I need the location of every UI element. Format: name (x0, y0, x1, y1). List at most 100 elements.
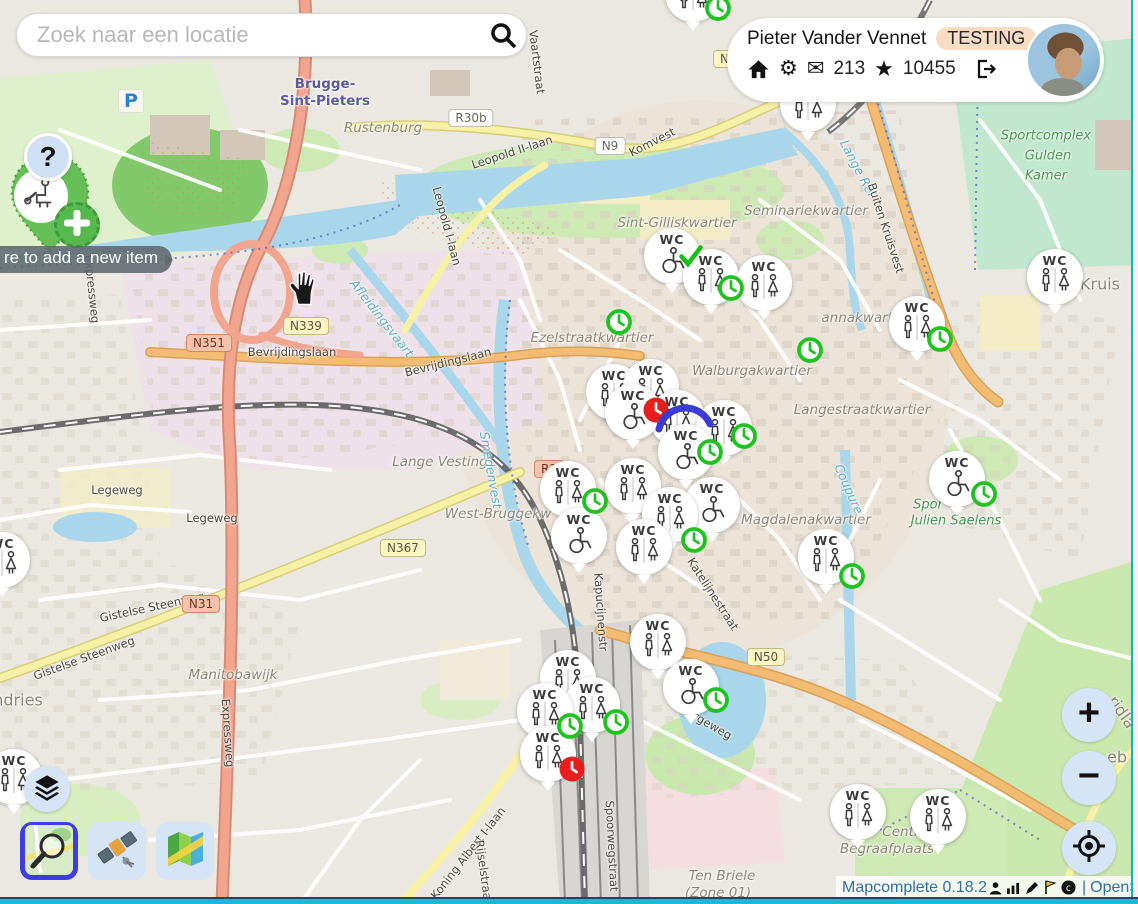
attribution-bar: Mapcomplete 0.18.2 c | OpenStreetMap (836, 876, 1138, 899)
wc-label: WC (1043, 254, 1068, 268)
man-woman-icon (747, 274, 781, 304)
man-woman-icon (627, 538, 661, 568)
svg-text:c: c (1066, 883, 1071, 894)
map-marker-wc-mf[interactable]: WC (798, 529, 854, 585)
background-satellite-button[interactable] (88, 822, 146, 880)
right-accent-bar (1131, 0, 1138, 897)
wheelchair-icon (564, 527, 594, 559)
wheelchair-icon (942, 470, 972, 502)
add-item-plus-button[interactable] (54, 202, 100, 248)
wc-label: WC (700, 482, 725, 496)
map-marker-wc-mf[interactable]: WC (889, 296, 945, 352)
wc-label: WC (926, 794, 951, 808)
search-icon[interactable] (480, 20, 526, 50)
man-woman-icon (0, 551, 19, 581)
map-marker-wc-mf[interactable]: WC (910, 789, 966, 845)
man-woman-icon (551, 480, 585, 510)
map-marker-wc-mf[interactable]: WC (1027, 249, 1083, 305)
wc-label: WC (621, 389, 646, 403)
avatar[interactable] (1026, 22, 1102, 98)
wheelchair-icon (676, 678, 706, 710)
man-woman-icon (921, 808, 955, 838)
wheelchair-icon (618, 403, 648, 435)
geolocate-button[interactable] (1062, 821, 1116, 875)
zoom-out-button[interactable]: − (1062, 751, 1116, 805)
hand-cursor-icon (286, 268, 322, 313)
folded-map-icon (163, 827, 207, 876)
logout-icon[interactable] (973, 57, 997, 81)
wc-label: WC (699, 254, 724, 268)
statistics-icon[interactable] (1006, 881, 1021, 894)
wc-label: WC (679, 664, 704, 678)
help-button[interactable]: ? (24, 133, 72, 181)
wc-label: WC (646, 619, 671, 633)
wc-label: WC (556, 466, 581, 480)
wc-label: WC (580, 682, 605, 696)
wc-label: WC (556, 655, 581, 669)
map-marker-wc-mf[interactable]: WC (736, 255, 792, 311)
changesets-count: 10455 (903, 58, 956, 80)
wc-label: WC (674, 429, 699, 443)
map-marker-wc-mf[interactable]: WC (683, 249, 739, 305)
map-marker-wc-wheel[interactable]: WC (658, 424, 714, 480)
man-woman-icon (531, 745, 565, 775)
layers-button[interactable] (24, 766, 70, 812)
bottom-accent-bar (0, 897, 1138, 904)
wc-label: WC (632, 524, 657, 538)
map-marker-wc-wheel[interactable]: WC (551, 508, 607, 564)
wc-label: WC (712, 405, 737, 419)
map-marker-wc-wheel[interactable]: WC (605, 384, 661, 440)
wc-label: WC (945, 456, 970, 470)
man-woman-icon (900, 315, 934, 345)
background-map-button[interactable] (156, 822, 214, 880)
satellite-icon (95, 827, 139, 876)
map-marker-wc-mf[interactable]: WC (520, 726, 576, 782)
home-icon[interactable] (747, 58, 770, 81)
question-mark: ? (39, 141, 56, 173)
copyright-icon[interactable]: c (1061, 880, 1076, 895)
wc-label: WC (665, 395, 690, 409)
wc-label: WC (536, 731, 561, 745)
wc-label: WC (660, 233, 685, 247)
plus-icon (64, 210, 90, 241)
man-woman-icon (1038, 268, 1072, 298)
plus-glyph: + (1078, 692, 1100, 735)
map-marker-wc-wheel[interactable]: WC (929, 451, 985, 507)
wc-label: WC (621, 463, 646, 477)
magnifier-map-icon (25, 825, 73, 878)
theme-wc-icon[interactable] (1043, 880, 1057, 895)
messages-envelope-icon[interactable]: ✉ (807, 58, 825, 80)
man-woman-icon (641, 633, 675, 663)
wc-label: WC (658, 492, 683, 506)
user-panel[interactable]: Pieter Vander Vennet TESTING ⚙ ✉ 213 ★ 1… (727, 18, 1104, 102)
background-carto-button[interactable] (20, 822, 78, 880)
star-icon[interactable]: ★ (874, 58, 894, 80)
search-input[interactable] (35, 21, 480, 49)
map[interactable]: Brugge-Sint-PietersPRustenburgVaartstraa… (0, 0, 1138, 904)
app-version-link[interactable]: Mapcomplete 0.18.2 (842, 879, 987, 897)
wc-label: WC (567, 513, 592, 527)
toilet-wrench-icon (23, 176, 59, 217)
background-layer-switcher (20, 822, 214, 880)
wc-label: WC (639, 364, 664, 378)
zoom-in-button[interactable]: + (1062, 688, 1116, 742)
map-marker-wc-wheel[interactable]: WC (663, 659, 719, 715)
messages-count: 213 (833, 58, 865, 80)
wc-label: WC (905, 301, 930, 315)
pen-icon[interactable] (1025, 881, 1039, 895)
map-marker-wc-mf[interactable]: WC (616, 519, 672, 575)
map-marker-wc-mf[interactable]: WC (830, 784, 886, 840)
user-name: Pieter Vander Vennet (747, 28, 926, 50)
minus-glyph: − (1078, 755, 1100, 798)
wc-label: WC (0, 537, 14, 551)
crosshair-icon (1071, 828, 1107, 869)
search-bar[interactable] (16, 13, 527, 57)
man-woman-icon (694, 268, 728, 298)
add-item-tooltip: re to add a new item (0, 246, 172, 273)
wc-label: WC (533, 688, 558, 702)
testing-badge: TESTING (936, 27, 1036, 50)
wheelchair-icon (697, 496, 727, 528)
settings-gear-icon[interactable]: ⚙ (779, 58, 798, 80)
wc-label: WC (846, 789, 871, 803)
user-icon[interactable] (989, 881, 1002, 895)
